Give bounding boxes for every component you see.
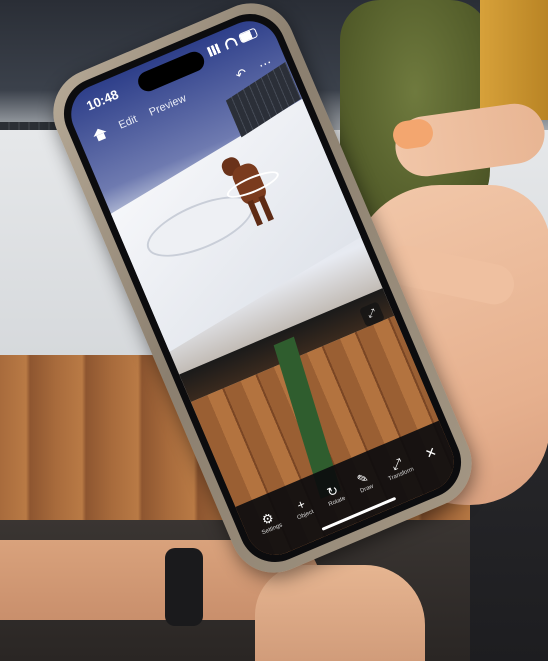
close-icon: ✕ [422, 443, 439, 462]
tool-draw[interactable]: ✎ Draw [353, 469, 374, 494]
yellow-box [480, 0, 548, 120]
battery-icon [237, 27, 259, 44]
wifi-icon [223, 35, 239, 50]
signal-icon [206, 42, 224, 57]
status-time: 10:48 [84, 86, 121, 114]
undo-icon[interactable]: ↶ [233, 65, 249, 84]
tool-object[interactable]: + Object [290, 495, 314, 521]
tool-transform[interactable]: ⤢ Transform [382, 452, 415, 483]
tool-settings[interactable]: ⚙ Settings [255, 508, 283, 536]
tab-preview[interactable]: Preview [147, 92, 188, 118]
transform-icon: ⤢ [388, 454, 405, 473]
tool-rotate[interactable]: ↻ Rotate [322, 481, 346, 508]
tool-close[interactable]: ✕ [422, 443, 439, 462]
photo-scene: 10:48 Edit Preview ↶ ⋯ ⤢ ⚙ Settings + Ob… [0, 0, 548, 661]
second-hand [255, 565, 425, 661]
wristwatch [165, 548, 203, 626]
status-icons [206, 27, 259, 57]
plus-icon: + [294, 495, 308, 513]
home-icon[interactable] [91, 126, 109, 143]
tab-edit[interactable]: Edit [117, 113, 139, 131]
